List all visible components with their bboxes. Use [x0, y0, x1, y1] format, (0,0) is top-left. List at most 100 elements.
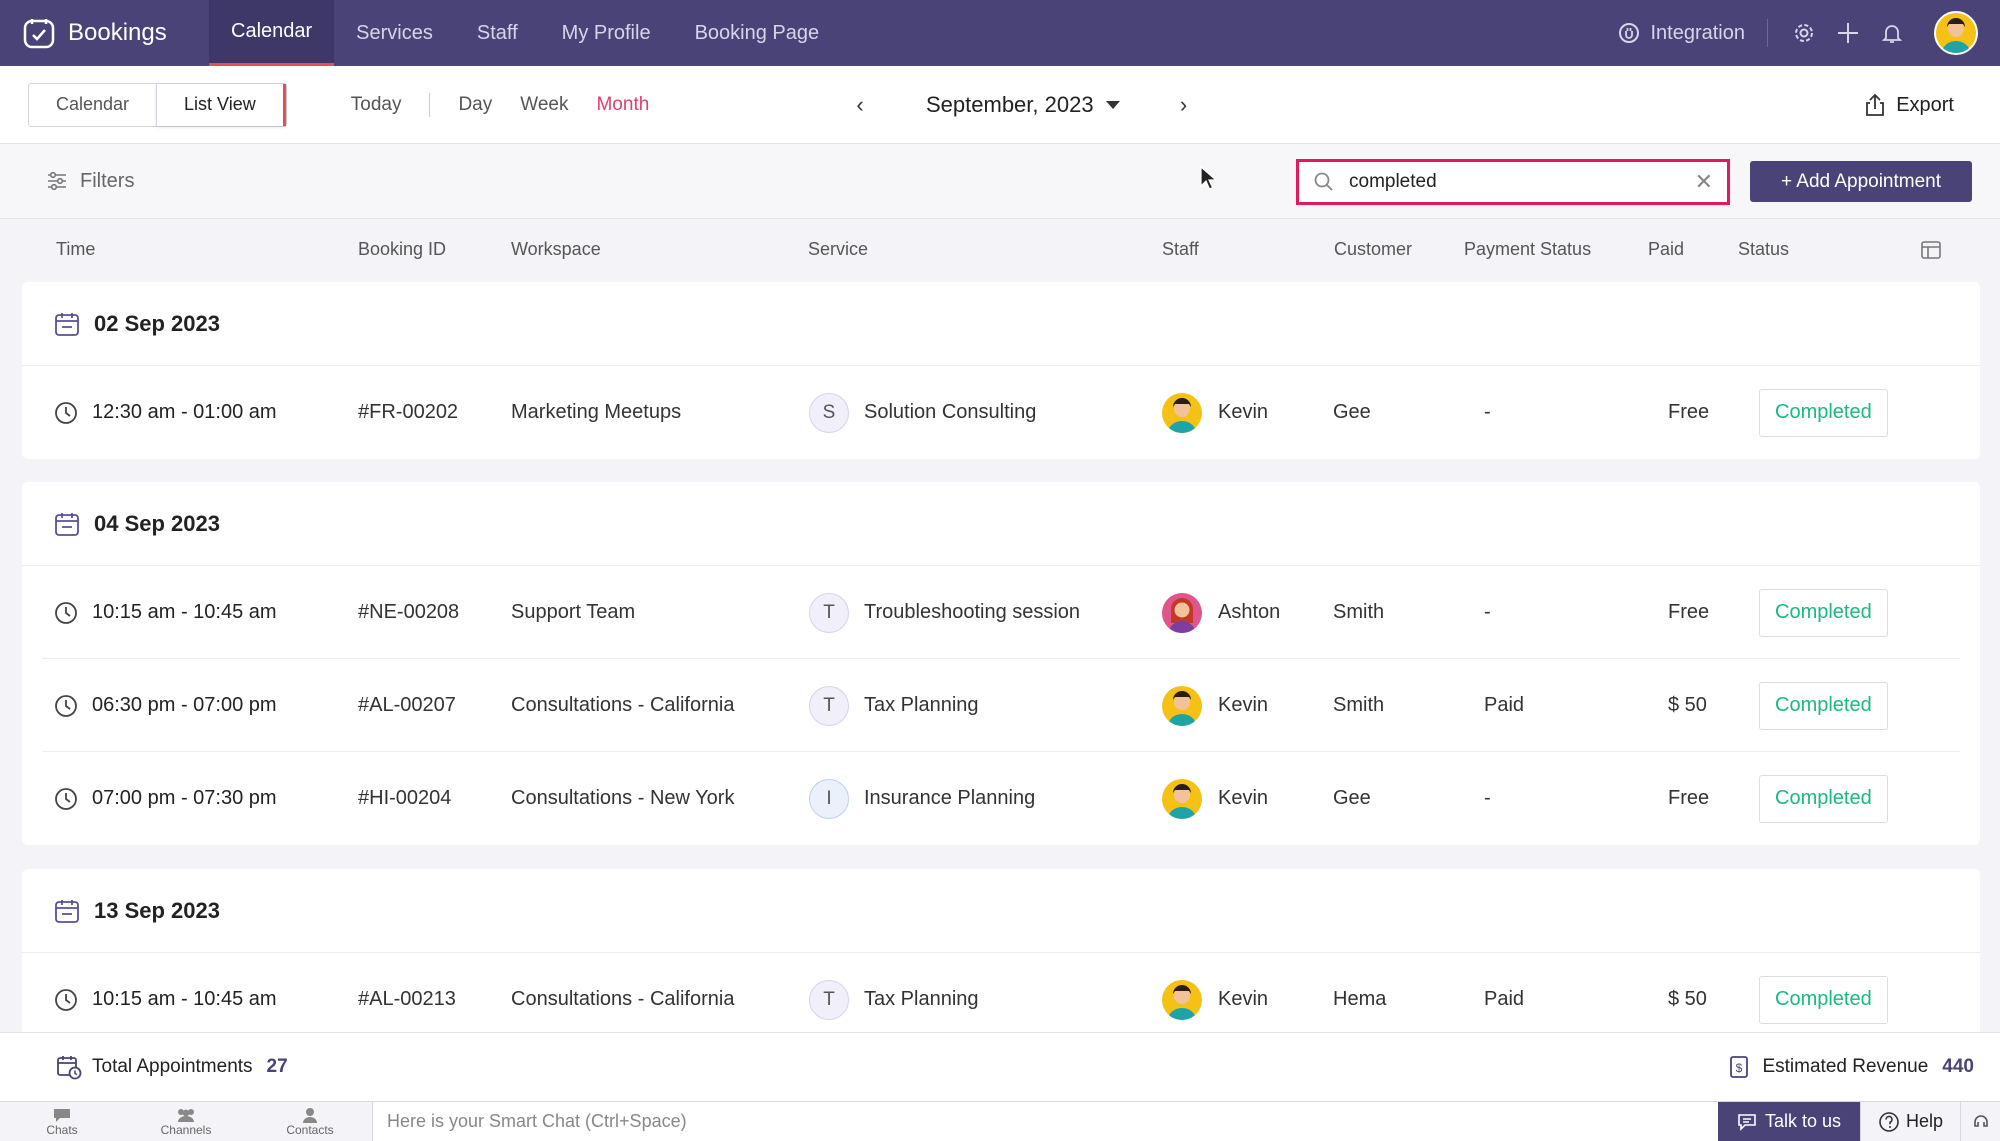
bottom-bar: Chats Channels Contacts Here is your Sma…	[0, 1101, 2000, 1141]
app-name: Bookings	[68, 19, 167, 46]
smart-chat-input[interactable]: Here is your Smart Chat (Ctrl+Space)	[372, 1102, 1718, 1141]
export-button[interactable]: Export	[1864, 66, 1954, 144]
table-row[interactable]: 06:30 pm - 07:00 pm #AL-00207 Consultati…	[42, 659, 1960, 752]
today-button[interactable]: Today	[337, 94, 416, 116]
add-icon[interactable]	[1826, 11, 1870, 55]
message-icon	[1738, 1113, 1756, 1131]
integration-link[interactable]: Integration	[1596, 19, 1768, 47]
brand[interactable]: Bookings	[0, 0, 209, 66]
tab-my-profile[interactable]: My Profile	[540, 0, 673, 66]
col-payment-status[interactable]: Payment Status	[1464, 239, 1591, 260]
service-name: Tax Planning	[864, 694, 979, 716]
staff-name: Ashton	[1218, 601, 1281, 623]
col-staff[interactable]: Staff	[1162, 239, 1199, 260]
col-time[interactable]: Time	[56, 239, 95, 260]
nav-right: Integration	[1596, 0, 2000, 66]
staff-avatar	[1162, 778, 1202, 819]
divider	[429, 92, 431, 117]
row-time: 10:15 am - 10:45 am	[54, 566, 277, 659]
help-button[interactable]: Help	[1860, 1102, 1960, 1141]
tab-services[interactable]: Services	[334, 0, 455, 66]
tab-staff[interactable]: Staff	[455, 0, 540, 66]
staff-name: Kevin	[1218, 787, 1269, 809]
range-buttons: Today Day Week Month	[337, 92, 664, 117]
service: S Solution Consulting	[809, 366, 1036, 459]
search-input[interactable]	[1349, 171, 1695, 193]
staff-avatar	[1162, 592, 1202, 633]
table-row[interactable]: 10:15 am - 10:45 am #NE-00208 Support Te…	[42, 566, 1960, 659]
month-picker[interactable]: September, 2023	[926, 92, 1120, 118]
status-badge[interactable]: Completed	[1759, 588, 1888, 637]
service-name: Insurance Planning	[864, 787, 1036, 809]
service-initial-badge: S	[809, 392, 849, 433]
col-workspace[interactable]: Workspace	[511, 239, 601, 260]
channels-button[interactable]: Channels	[124, 1102, 248, 1141]
date-group: 13 Sep 2023 10:15 am - 10:45 am #AL-0021…	[22, 869, 1980, 1032]
tab-calendar[interactable]: Calendar	[209, 0, 335, 66]
calendar-view-button[interactable]: Calendar	[29, 84, 156, 126]
summary-footer: Total Appointments 27 $ Estimated Revenu…	[0, 1032, 2000, 1101]
payment-status: Paid	[1484, 694, 1525, 716]
contacts-button[interactable]: Contacts	[248, 1102, 372, 1141]
table-row[interactable]: 12:30 am - 01:00 am #FR-00202 Marketing …	[42, 366, 1960, 459]
settings-icon[interactable]	[1782, 11, 1826, 55]
paid: Free	[1668, 601, 1710, 623]
bell-icon[interactable]	[1870, 11, 1914, 55]
add-appointment-button[interactable]: + Add Appointment	[1750, 161, 1972, 202]
service-name: Troubleshooting session	[864, 601, 1081, 623]
view-toolbar: Calendar List View Today Day Week Month …	[0, 66, 2000, 144]
search-box: ✕	[1296, 159, 1730, 205]
service: T Troubleshooting session	[809, 566, 1080, 659]
caret-down-icon	[1105, 101, 1120, 109]
row-time: 07:00 pm - 07:30 pm	[54, 752, 277, 845]
clock-icon	[55, 401, 77, 424]
clock-icon	[55, 601, 77, 624]
workspace: Marketing Meetups	[511, 401, 682, 423]
prev-month-icon[interactable]: ‹	[840, 92, 880, 118]
table-row[interactable]: 10:15 am - 10:45 am #AL-00213 Consultati…	[42, 953, 1960, 1032]
status-badge[interactable]: Completed	[1759, 388, 1888, 437]
revenue-icon: $	[1730, 1056, 1749, 1078]
col-service[interactable]: Service	[808, 239, 868, 260]
staff-avatar	[1162, 685, 1202, 726]
col-customer[interactable]: Customer	[1334, 239, 1412, 260]
support-icon[interactable]	[1960, 1102, 2000, 1141]
table-row[interactable]: 07:00 pm - 07:30 pm #HI-00204 Consultati…	[42, 752, 1960, 845]
next-month-icon[interactable]: ›	[1164, 92, 1204, 118]
filters-button[interactable]: Filters	[46, 170, 134, 193]
status-badge[interactable]: Completed	[1759, 681, 1888, 730]
customer: Smith	[1333, 694, 1385, 716]
chats-button[interactable]: Chats	[0, 1102, 124, 1141]
staff: Kevin	[1162, 953, 1268, 1032]
help-icon	[1879, 1111, 1899, 1132]
week-button[interactable]: Week	[506, 94, 582, 116]
col-status[interactable]: Status	[1738, 239, 1789, 260]
service: T Tax Planning	[809, 659, 979, 752]
booking-id: #AL-00213	[358, 988, 456, 1010]
time-text: 07:00 pm - 07:30 pm	[92, 787, 277, 809]
payment-status: -	[1484, 787, 1491, 809]
paid: Free	[1668, 401, 1710, 423]
status: Completed	[1759, 752, 1888, 845]
list-view-button[interactable]: List View	[156, 83, 286, 126]
col-booking-id[interactable]: Booking ID	[358, 239, 446, 260]
staff-name: Kevin	[1218, 694, 1269, 716]
day-button[interactable]: Day	[444, 94, 506, 116]
col-paid[interactable]: Paid	[1648, 239, 1684, 260]
tab-booking-page[interactable]: Booking Page	[673, 0, 842, 66]
talk-to-us-button[interactable]: Talk to us	[1718, 1102, 1860, 1141]
clear-search-icon[interactable]: ✕	[1695, 169, 1713, 195]
status-badge[interactable]: Completed	[1759, 774, 1888, 823]
export-icon	[1866, 93, 1885, 116]
revenue-label: Estimated Revenue	[1762, 1056, 1929, 1077]
channels-label: Channels	[160, 1122, 212, 1137]
column-settings-icon[interactable]	[1920, 239, 1942, 261]
user-avatar[interactable]	[1934, 11, 1978, 55]
clock-icon	[55, 694, 77, 717]
svg-text:$: $	[1736, 1061, 1743, 1075]
payment-status: Paid	[1484, 988, 1525, 1010]
status-badge[interactable]: Completed	[1759, 975, 1888, 1024]
date-group: 02 Sep 2023 12:30 am - 01:00 am #FR-0020…	[22, 282, 1980, 459]
calendar-clock-icon	[57, 1056, 82, 1080]
month-button[interactable]: Month	[582, 94, 663, 116]
